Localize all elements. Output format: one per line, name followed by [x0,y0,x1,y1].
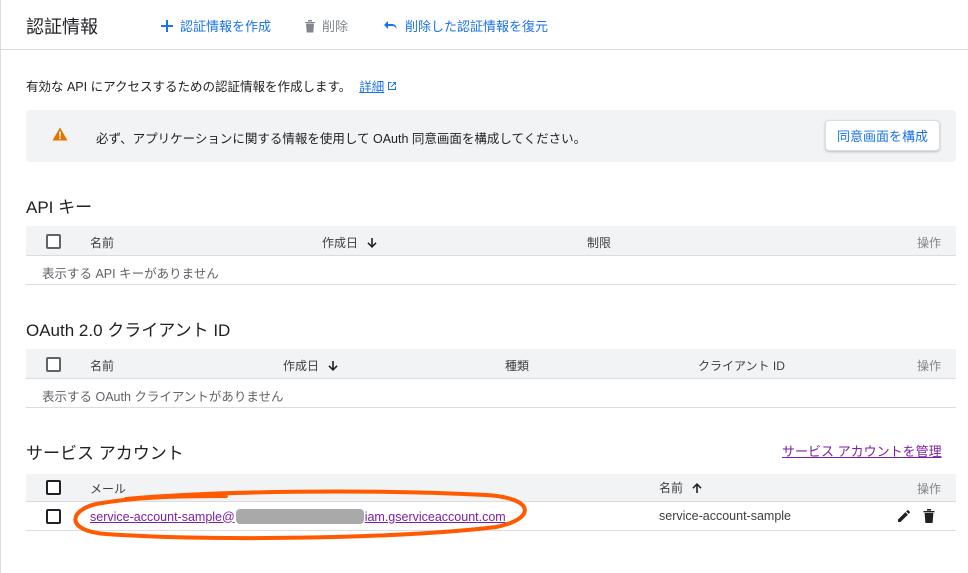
column-name-label: 名前 [90,359,115,373]
email-suffix: iam.gserviceaccount.com [364,509,506,524]
column-created-label: 作成日 [283,359,320,373]
restore-deleted-button[interactable]: 削除した認証情報を復元 [383,16,548,35]
column-created-label: 作成日 [322,236,359,250]
column-email: メール [90,480,126,497]
column-actions: 操作 [917,234,941,251]
api-keys-table-header: 名前 作成日 制限 操作 [26,226,956,256]
oauth-consent-banner: 必ず、アプリケーションに関する情報を使用して OAuth 同意画面を構成してくだ… [26,110,956,162]
column-client-id-label: クライアント ID [698,359,785,373]
column-name-label: 名前 [659,481,684,495]
column-email-label: メール [90,482,127,496]
service-account-name: service-account-sample [659,509,791,523]
column-restriction: 制限 [587,234,611,251]
api-keys-empty-text: 表示する API キーがありません [42,267,219,281]
learn-more-label: 詳細 [359,80,385,94]
column-restriction-label: 制限 [587,236,612,250]
api-keys-empty-row: 表示する API キーがありません [26,256,956,285]
warning-icon [52,127,68,141]
restore-deleted-label: 削除した認証情報を復元 [405,19,549,34]
column-name[interactable]: 名前 [90,234,114,251]
column-actions: 操作 [917,357,941,374]
column-name[interactable]: 名前 [90,357,114,374]
oauth-empty-row: 表示する OAuth クライアントがありません [26,379,956,408]
redacted-block [235,509,364,524]
api-keys-title: API キー [26,198,93,217]
credentials-page: 認証情報 認証情報を作成 削除 削除した認証情報を復元 有効な API にアクセ… [0,0,968,573]
delete-label: 削除 [322,19,349,34]
column-client-id: クライアント ID [698,357,785,374]
edit-button[interactable] [896,508,912,527]
configure-consent-screen-button[interactable]: 同意画面を構成 [825,120,940,151]
column-name[interactable]: 名前 [659,479,703,496]
add-icon [161,19,173,32]
column-type: 種類 [505,357,529,374]
trash-icon [305,19,315,32]
pencil-icon [898,509,911,522]
service-accounts-title: サービス アカウント [26,444,184,463]
arrow-up-icon [692,482,702,493]
service-account-email-link[interactable]: service-account-sample@ iam.gserviceacco… [90,509,506,524]
delete-row-button[interactable] [922,508,936,527]
undo-icon [384,20,397,29]
manage-service-accounts-link[interactable]: サービス アカウントを管理 [782,441,942,460]
page-title: 認証情報 [26,17,98,37]
page-header: 認証情報 認証情報を作成 削除 削除した認証情報を復元 [1,0,968,50]
row-checkbox[interactable] [46,509,61,524]
oauth-empty-text: 表示する OAuth クライアントがありません [42,390,284,404]
column-type-label: 種類 [505,359,530,373]
select-all-checkbox[interactable] [46,357,61,372]
delete-button[interactable]: 削除 [304,16,348,35]
open-in-new-icon [388,81,397,90]
intro-description: 有効な API にアクセスするための認証情報を作成します。 [26,80,352,94]
table-row: service-account-sample@ iam.gserviceacco… [26,502,956,531]
select-all-checkbox[interactable] [46,480,61,495]
column-created[interactable]: 作成日 [322,234,378,251]
arrow-down-icon [328,360,338,371]
intro-text: 有効な API にアクセスするための認証情報を作成します。 詳細 [26,76,397,95]
column-name-label: 名前 [90,236,115,250]
create-credentials-button[interactable]: 認証情報を作成 [160,16,271,35]
divider [0,0,1,573]
banner-message: 必ず、アプリケーションに関する情報を使用して OAuth 同意画面を構成してくだ… [96,132,587,146]
email-prefix: service-account-sample@ [90,509,235,524]
service-accounts-table-header: メール 名前 操作 [26,474,956,502]
column-actions-label: 操作 [917,236,942,250]
column-actions: 操作 [917,480,941,497]
oauth-clients-title: OAuth 2.0 クライアント ID [26,321,231,340]
column-actions-label: 操作 [917,359,942,373]
select-all-checkbox[interactable] [46,234,61,249]
create-credentials-label: 認証情報を作成 [180,19,272,34]
trash-icon [923,509,935,523]
column-actions-label: 操作 [917,482,942,496]
column-created[interactable]: 作成日 [283,357,339,374]
learn-more-link[interactable]: 詳細 [359,76,397,95]
arrow-down-icon [367,237,377,248]
oauth-table-header: 名前 作成日 種類 クライアント ID 操作 [26,349,956,379]
